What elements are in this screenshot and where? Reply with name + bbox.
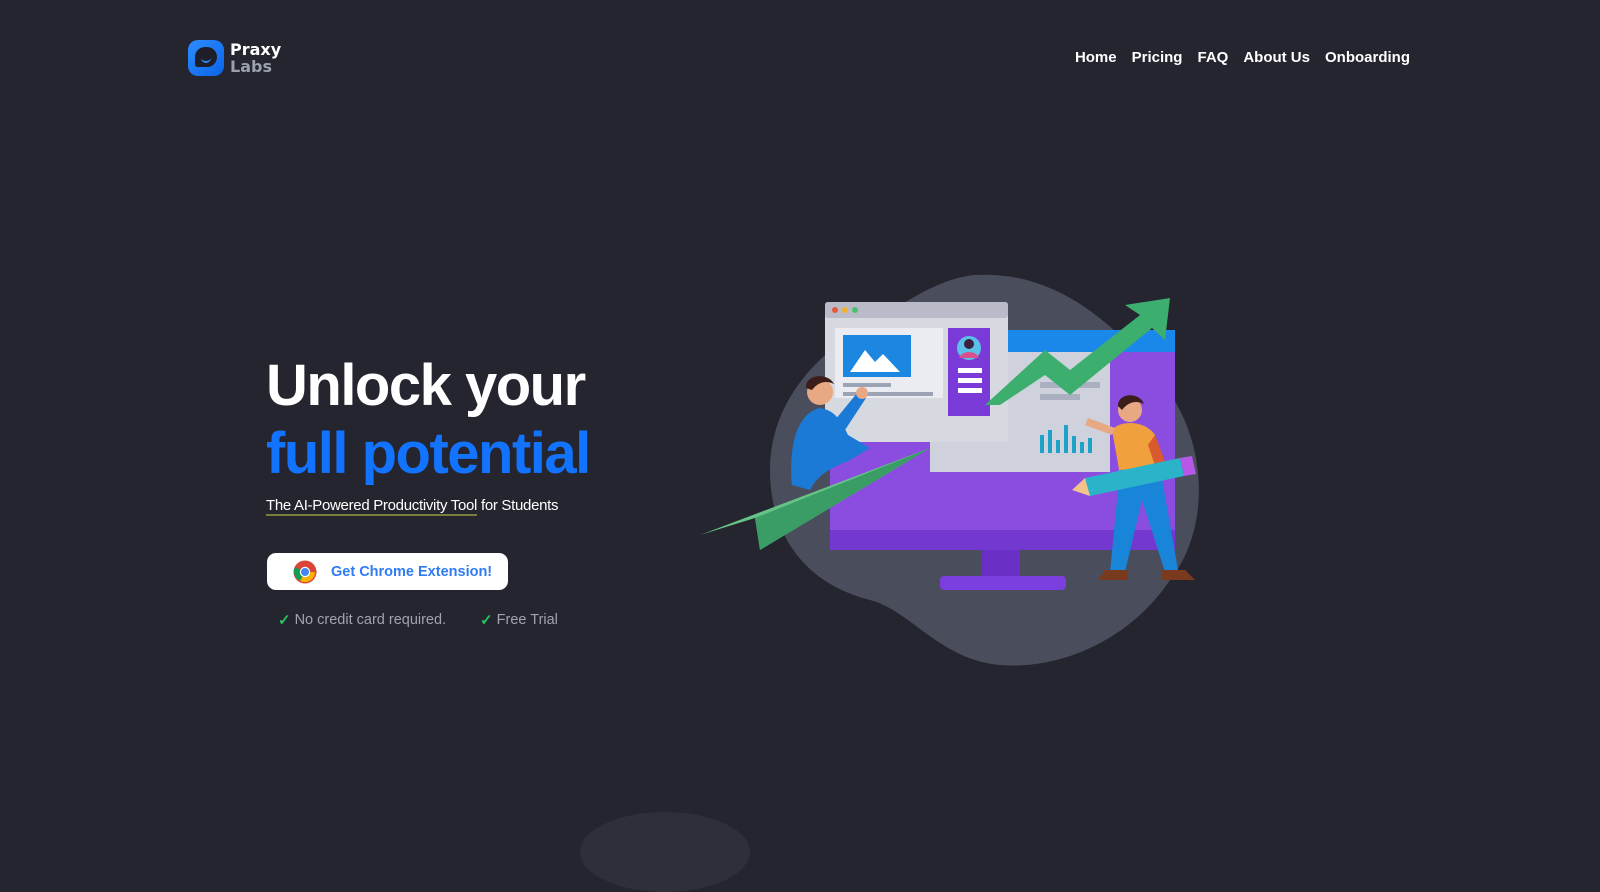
hero-subtitle-rest: for Students bbox=[477, 497, 559, 514]
benefit-no-credit-card: ✓ No credit card required. bbox=[278, 611, 446, 629]
checkmark-icon: ✓ bbox=[480, 612, 493, 629]
nav-link-about-us[interactable]: About Us bbox=[1243, 49, 1310, 66]
get-chrome-extension-button[interactable]: Get Chrome Extension! bbox=[267, 553, 508, 590]
cta-label: Get Chrome Extension! bbox=[331, 563, 493, 580]
chrome-icon bbox=[293, 560, 317, 583]
chat-bubble-logo-icon bbox=[188, 40, 224, 76]
brand-name-line2: Labs bbox=[230, 57, 272, 76]
benefit-label: Free Trial bbox=[496, 612, 558, 628]
nav-link-faq[interactable]: FAQ bbox=[1197, 49, 1228, 66]
decorative-blob bbox=[580, 812, 750, 892]
benefit-label: No credit card required. bbox=[294, 612, 447, 628]
hero-subtitle: The AI-Powered Productivity Tool for Stu… bbox=[266, 497, 559, 516]
hero-title: Unlock your full potential bbox=[266, 352, 591, 488]
benefits-list: ✓ No credit card required. ✓ Free Trial bbox=[278, 611, 558, 629]
hero-subtitle-highlight: The AI-Powered Productivity Tool bbox=[266, 497, 478, 516]
hero-illustration bbox=[700, 274, 1199, 666]
hero-title-line1: Unlock your bbox=[266, 353, 586, 418]
brand-name: Praxy Labs bbox=[230, 41, 281, 75]
nav-link-home[interactable]: Home bbox=[1075, 49, 1117, 66]
brand-name-line1: Praxy bbox=[230, 40, 282, 59]
hero-title-line2: full potential bbox=[266, 421, 591, 486]
nav-link-onboarding[interactable]: Onboarding bbox=[1325, 49, 1410, 66]
brand-logo[interactable]: Praxy Labs bbox=[188, 40, 281, 76]
checkmark-icon: ✓ bbox=[278, 612, 291, 629]
nav-link-pricing[interactable]: Pricing bbox=[1132, 49, 1183, 66]
benefit-free-trial: ✓ Free Trial bbox=[480, 611, 558, 629]
main-nav: Home Pricing FAQ About Us Onboarding bbox=[1075, 49, 1410, 66]
